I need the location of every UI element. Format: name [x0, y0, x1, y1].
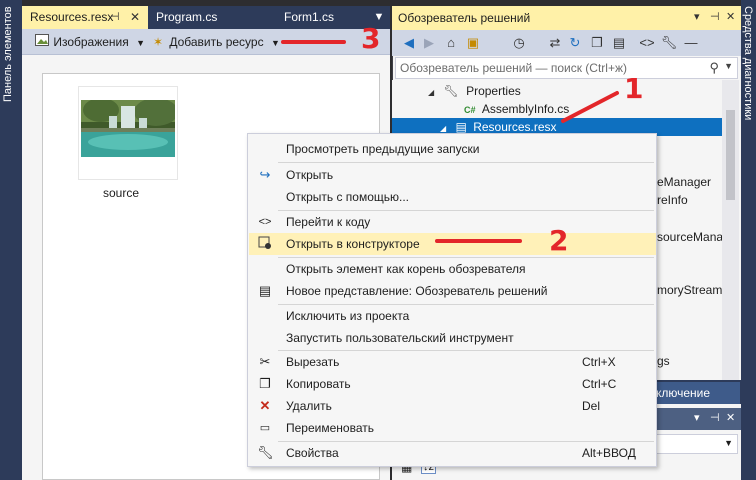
annotation-number-3: 3	[361, 22, 381, 55]
annotation-arrow-line	[561, 91, 619, 123]
annotation-number-1: 1	[624, 72, 644, 105]
annotation-number-2: 2	[549, 224, 569, 257]
